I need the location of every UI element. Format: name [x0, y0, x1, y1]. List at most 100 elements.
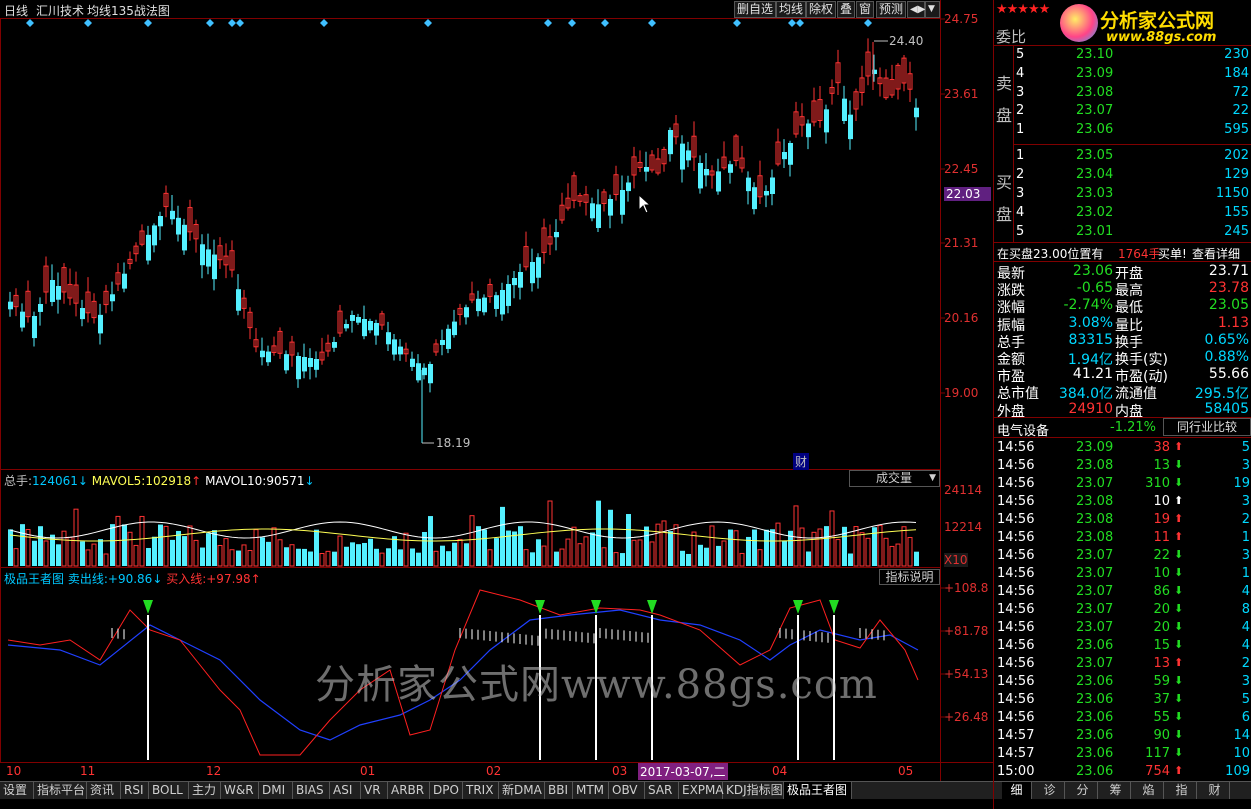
candle-body: [416, 363, 421, 381]
tick-volume: 38: [1153, 440, 1170, 455]
tick-row: 14:56 23.07 310 ⬇ 19: [994, 475, 1251, 493]
tick-row: 14:56 23.09 38 ⬆ 5: [994, 439, 1251, 457]
indicator-tab[interactable]: RSI: [121, 782, 149, 799]
stat-row: 振幅 3.08% 量比 1.13: [994, 314, 1251, 334]
big-order-notice[interactable]: 在买盘23.00位置有 1764手 买单! 查看详细: [994, 244, 1251, 262]
bid-volume: 202: [1224, 148, 1249, 163]
volume-bar: [362, 542, 367, 566]
down-arrow-icon: ⬇: [1174, 584, 1184, 597]
tick-time: 14:56: [997, 440, 1035, 455]
indicator-tab[interactable]: BIAS: [293, 782, 330, 799]
bid-level-row[interactable]: 2 23.04 129: [1013, 166, 1251, 184]
indicator-tab[interactable]: W&R: [221, 782, 259, 799]
indicator-axis-3: +54.13: [944, 667, 989, 681]
tick-row: 14:56 23.06 55 ⬇ 6: [994, 709, 1251, 727]
volume-bar: [236, 550, 241, 566]
indicator-tab[interactable]: MTM: [573, 782, 609, 799]
tick-row: 15:00 23.06 754 ⬆ 109: [994, 763, 1251, 781]
indicator-tab[interactable]: 设置: [0, 782, 34, 799]
tick-volume: 13: [1153, 458, 1170, 473]
indicator-tab[interactable]: EXPMA: [679, 782, 724, 799]
ask-volume: 230: [1224, 47, 1249, 62]
indicator-tab[interactable]: OBV: [609, 782, 645, 799]
ask-level-row[interactable]: 5 23.10 230: [1013, 46, 1251, 64]
candle-body: [158, 216, 163, 227]
indicator-tab[interactable]: TRIX: [463, 782, 499, 799]
indicator-tab[interactable]: 新DMA: [499, 782, 545, 799]
indicator-tab[interactable]: 指标平台: [34, 782, 87, 799]
ask-level-row[interactable]: 4 23.09 184: [1013, 65, 1251, 83]
level: 5: [1016, 224, 1025, 239]
panel-tab[interactable]: 指: [1167, 782, 1197, 799]
date-axis-8: 05: [898, 764, 914, 778]
volume-bar: [457, 538, 463, 567]
stat-value: -2.74%: [1063, 297, 1113, 314]
volume-bar: [565, 538, 571, 567]
volume-bar: [733, 530, 739, 567]
candle-body: [362, 319, 367, 337]
stat-row: 金额 1.94亿 换手(实) 0.88%: [994, 348, 1251, 368]
volume-bar: [799, 527, 805, 567]
tick-price: 23.06: [1076, 710, 1114, 725]
candle-body: [422, 367, 427, 376]
indicator-tab[interactable]: ASI: [330, 782, 361, 799]
candlesticks: [8, 38, 919, 443]
tick-price: 23.07: [1076, 476, 1114, 491]
logo-name: 分析家公式网: [1100, 10, 1215, 32]
indicator-tab[interactable]: BBI: [545, 782, 573, 799]
indicator-tab[interactable]: BOLL: [149, 782, 189, 799]
volume-indicator-dropdown[interactable]: 成交量 ▼: [849, 470, 940, 487]
volume-bar: [716, 545, 721, 566]
ask-level-row[interactable]: 1 23.06 595: [1013, 121, 1251, 139]
volume-bar: [43, 540, 49, 567]
finance-marker[interactable]: 财: [793, 453, 810, 470]
signal-diamond: [236, 19, 244, 27]
bid-price: 23.02: [1076, 205, 1114, 220]
candle-body: [8, 301, 13, 310]
volume-bar: [314, 529, 319, 566]
panel-tab[interactable]: 焰: [1134, 782, 1164, 799]
indicator-tab[interactable]: DPO: [430, 782, 463, 799]
panel-tab[interactable]: 细: [1002, 782, 1032, 799]
ask-level-row[interactable]: 3 23.08 72: [1013, 84, 1251, 102]
bid-level-row[interactable]: 1 23.05 202: [1013, 147, 1251, 165]
indicator-help-button[interactable]: 指标说明: [879, 569, 940, 585]
candle-body: [446, 328, 451, 349]
stat-value: 3.08%: [1068, 314, 1113, 331]
ask-price: 23.08: [1076, 85, 1114, 100]
volume-bar: [284, 547, 289, 566]
indicator-tab[interactable]: VR: [361, 782, 388, 799]
volume-bar: [620, 553, 625, 566]
bid-level-row[interactable]: 4 23.02 155: [1013, 204, 1251, 222]
level: 3: [1016, 85, 1025, 100]
panel-tab[interactable]: 筹: [1101, 782, 1131, 799]
panel-tab[interactable]: 诊: [1035, 782, 1065, 799]
volume-bar: [296, 548, 301, 566]
panel-tab[interactable]: 财: [1200, 782, 1230, 799]
panel-tab[interactable]: 分: [1068, 782, 1098, 799]
volume-bar: [523, 549, 529, 567]
indicator-tab[interactable]: 主力: [189, 782, 221, 799]
down-arrow-icon: ⬇: [1174, 566, 1184, 579]
industry-compare-button[interactable]: 同行业比较: [1163, 418, 1251, 436]
volume-bar: [302, 548, 307, 566]
candle-body: [32, 316, 37, 339]
volume-bar: [67, 536, 73, 567]
ask-level-row[interactable]: 2 23.07 22: [1013, 102, 1251, 120]
indicator-tab[interactable]: ARBR: [388, 782, 430, 799]
candle-body: [392, 339, 397, 355]
indicator-tab[interactable]: DMI: [259, 782, 293, 799]
view-detail-link[interactable]: 查看详细: [1192, 245, 1240, 262]
tick-time: 14:56: [997, 602, 1035, 617]
tick-time: 14:56: [997, 476, 1035, 491]
indicator-tab[interactable]: KDJ指标图: [723, 782, 784, 799]
indicator-tab[interactable]: 极品王者图: [784, 782, 852, 799]
volume-bar: [158, 524, 163, 566]
tick-row: 14:56 23.07 20 ⬇ 4: [994, 619, 1251, 637]
indicator-tab[interactable]: SAR: [645, 782, 679, 799]
bid-level-row[interactable]: 5 23.01 245: [1013, 223, 1251, 241]
volume-bar: [482, 529, 487, 566]
bid-level-row[interactable]: 3 23.03 1150: [1013, 185, 1251, 203]
indicator-legend: 极品王者图 卖出线:+90.86↓ 买入线:+97.98↑: [4, 572, 261, 586]
indicator-tab[interactable]: 资讯: [87, 782, 121, 799]
